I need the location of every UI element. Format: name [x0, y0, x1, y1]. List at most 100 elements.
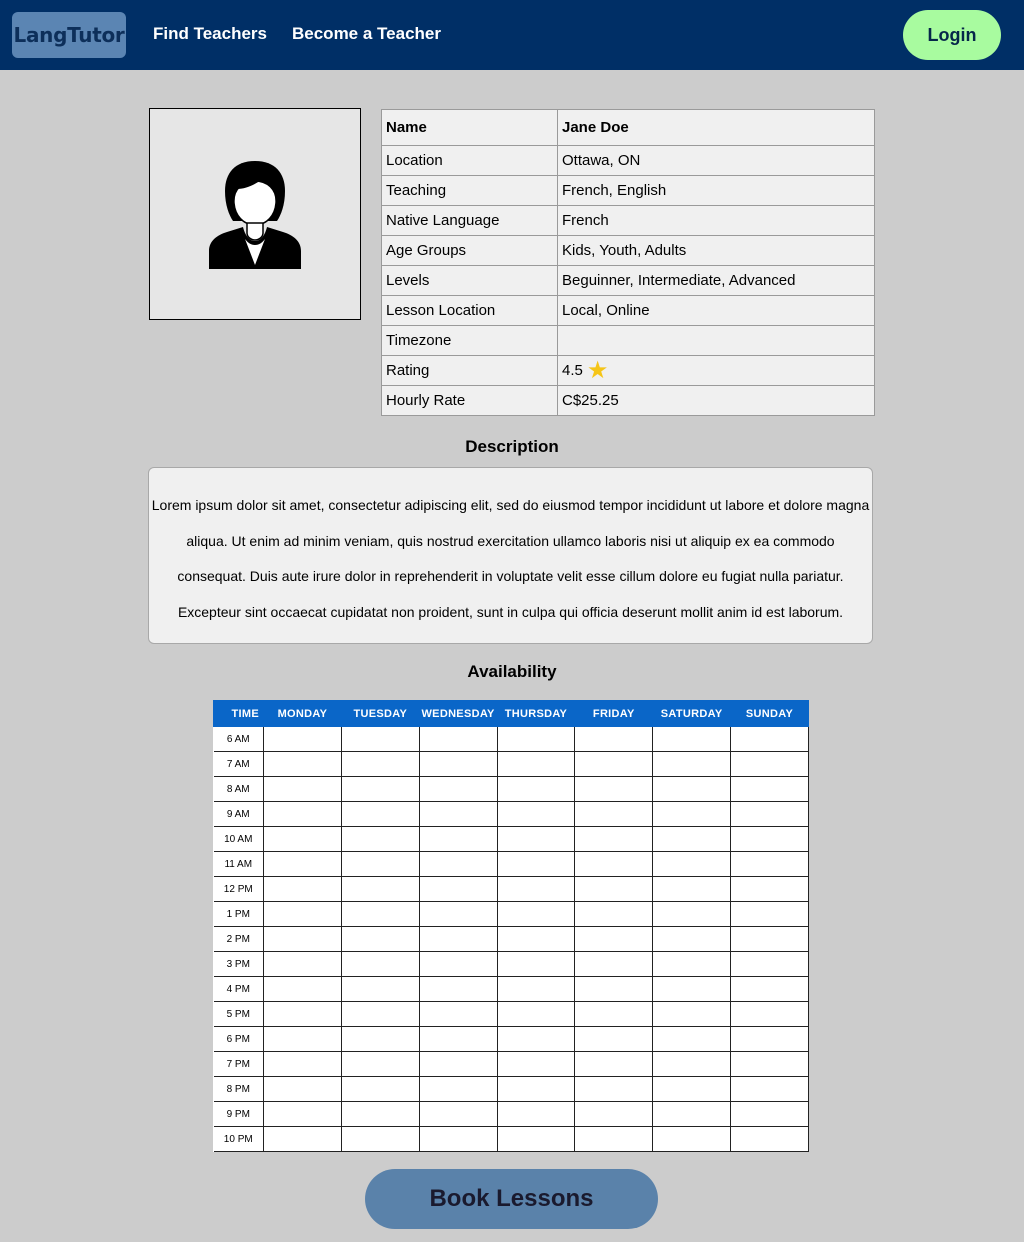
schedule-slot[interactable] [418, 851, 498, 877]
schedule-slot[interactable] [652, 1076, 732, 1102]
schedule-slot[interactable] [496, 1051, 576, 1077]
schedule-slot[interactable] [340, 1051, 420, 1077]
schedule-slot[interactable] [574, 776, 654, 802]
schedule-slot[interactable] [496, 976, 576, 1002]
schedule-slot[interactable] [340, 851, 420, 877]
schedule-slot[interactable] [730, 776, 809, 802]
schedule-slot[interactable] [340, 1001, 420, 1027]
schedule-slot[interactable] [263, 926, 342, 952]
schedule-slot[interactable] [574, 751, 654, 777]
schedule-slot[interactable] [496, 776, 576, 802]
schedule-slot[interactable] [263, 876, 342, 902]
schedule-slot[interactable] [496, 1126, 576, 1152]
logo[interactable]: LangTutor [12, 12, 126, 58]
schedule-slot[interactable] [263, 976, 342, 1002]
schedule-slot[interactable] [652, 876, 732, 902]
schedule-slot[interactable] [652, 751, 732, 777]
schedule-slot[interactable] [574, 1126, 654, 1152]
schedule-slot[interactable] [496, 801, 576, 827]
schedule-slot[interactable] [340, 976, 420, 1002]
schedule-slot[interactable] [418, 751, 498, 777]
schedule-slot[interactable] [263, 1026, 342, 1052]
schedule-slot[interactable] [730, 1001, 809, 1027]
schedule-slot[interactable] [574, 1076, 654, 1102]
schedule-slot[interactable] [730, 726, 809, 752]
schedule-slot[interactable] [340, 951, 420, 977]
schedule-slot[interactable] [340, 901, 420, 927]
schedule-slot[interactable] [652, 1001, 732, 1027]
schedule-slot[interactable] [574, 951, 654, 977]
schedule-slot[interactable] [418, 876, 498, 902]
schedule-slot[interactable] [418, 926, 498, 952]
schedule-slot[interactable] [340, 1076, 420, 1102]
schedule-slot[interactable] [496, 851, 576, 877]
schedule-slot[interactable] [340, 726, 420, 752]
schedule-slot[interactable] [652, 801, 732, 827]
schedule-slot[interactable] [496, 1026, 576, 1052]
schedule-slot[interactable] [418, 826, 498, 852]
schedule-slot[interactable] [730, 1126, 809, 1152]
schedule-slot[interactable] [730, 1101, 809, 1127]
schedule-slot[interactable] [496, 726, 576, 752]
schedule-slot[interactable] [574, 1001, 654, 1027]
schedule-slot[interactable] [496, 926, 576, 952]
schedule-slot[interactable] [418, 951, 498, 977]
schedule-slot[interactable] [652, 776, 732, 802]
schedule-slot[interactable] [263, 1101, 342, 1127]
schedule-slot[interactable] [418, 776, 498, 802]
schedule-slot[interactable] [263, 776, 342, 802]
schedule-slot[interactable] [340, 1026, 420, 1052]
schedule-slot[interactable] [263, 751, 342, 777]
schedule-slot[interactable] [730, 976, 809, 1002]
schedule-slot[interactable] [574, 826, 654, 852]
schedule-slot[interactable] [496, 826, 576, 852]
schedule-slot[interactable] [730, 1051, 809, 1077]
schedule-slot[interactable] [730, 751, 809, 777]
schedule-slot[interactable] [418, 801, 498, 827]
schedule-slot[interactable] [574, 1026, 654, 1052]
schedule-slot[interactable] [730, 851, 809, 877]
schedule-slot[interactable] [496, 901, 576, 927]
schedule-slot[interactable] [263, 851, 342, 877]
schedule-slot[interactable] [574, 1051, 654, 1077]
schedule-slot[interactable] [574, 726, 654, 752]
schedule-slot[interactable] [340, 1101, 420, 1127]
schedule-slot[interactable] [652, 976, 732, 1002]
schedule-slot[interactable] [496, 1101, 576, 1127]
schedule-slot[interactable] [263, 1051, 342, 1077]
schedule-slot[interactable] [263, 1076, 342, 1102]
schedule-slot[interactable] [418, 1001, 498, 1027]
book-lessons-button[interactable]: Book Lessons [365, 1169, 658, 1229]
schedule-slot[interactable] [652, 1051, 732, 1077]
schedule-slot[interactable] [652, 851, 732, 877]
schedule-slot[interactable] [496, 1001, 576, 1027]
schedule-slot[interactable] [418, 1126, 498, 1152]
schedule-slot[interactable] [574, 851, 654, 877]
schedule-slot[interactable] [263, 801, 342, 827]
schedule-slot[interactable] [418, 901, 498, 927]
schedule-slot[interactable] [340, 826, 420, 852]
schedule-slot[interactable] [496, 951, 576, 977]
schedule-slot[interactable] [263, 826, 342, 852]
schedule-slot[interactable] [340, 926, 420, 952]
schedule-slot[interactable] [263, 1126, 342, 1152]
schedule-slot[interactable] [652, 951, 732, 977]
schedule-slot[interactable] [340, 776, 420, 802]
schedule-slot[interactable] [263, 901, 342, 927]
schedule-slot[interactable] [652, 901, 732, 927]
schedule-slot[interactable] [263, 951, 342, 977]
schedule-slot[interactable] [496, 751, 576, 777]
nav-become-teacher-link[interactable]: Become a Teacher [292, 24, 441, 44]
schedule-slot[interactable] [574, 1101, 654, 1127]
schedule-slot[interactable] [263, 726, 342, 752]
schedule-slot[interactable] [652, 1026, 732, 1052]
schedule-slot[interactable] [730, 1076, 809, 1102]
schedule-slot[interactable] [730, 1026, 809, 1052]
schedule-slot[interactable] [652, 826, 732, 852]
schedule-slot[interactable] [418, 1051, 498, 1077]
nav-find-teachers-link[interactable]: Find Teachers [153, 24, 267, 44]
schedule-slot[interactable] [574, 926, 654, 952]
schedule-slot[interactable] [418, 726, 498, 752]
schedule-slot[interactable] [652, 1101, 732, 1127]
schedule-slot[interactable] [730, 901, 809, 927]
